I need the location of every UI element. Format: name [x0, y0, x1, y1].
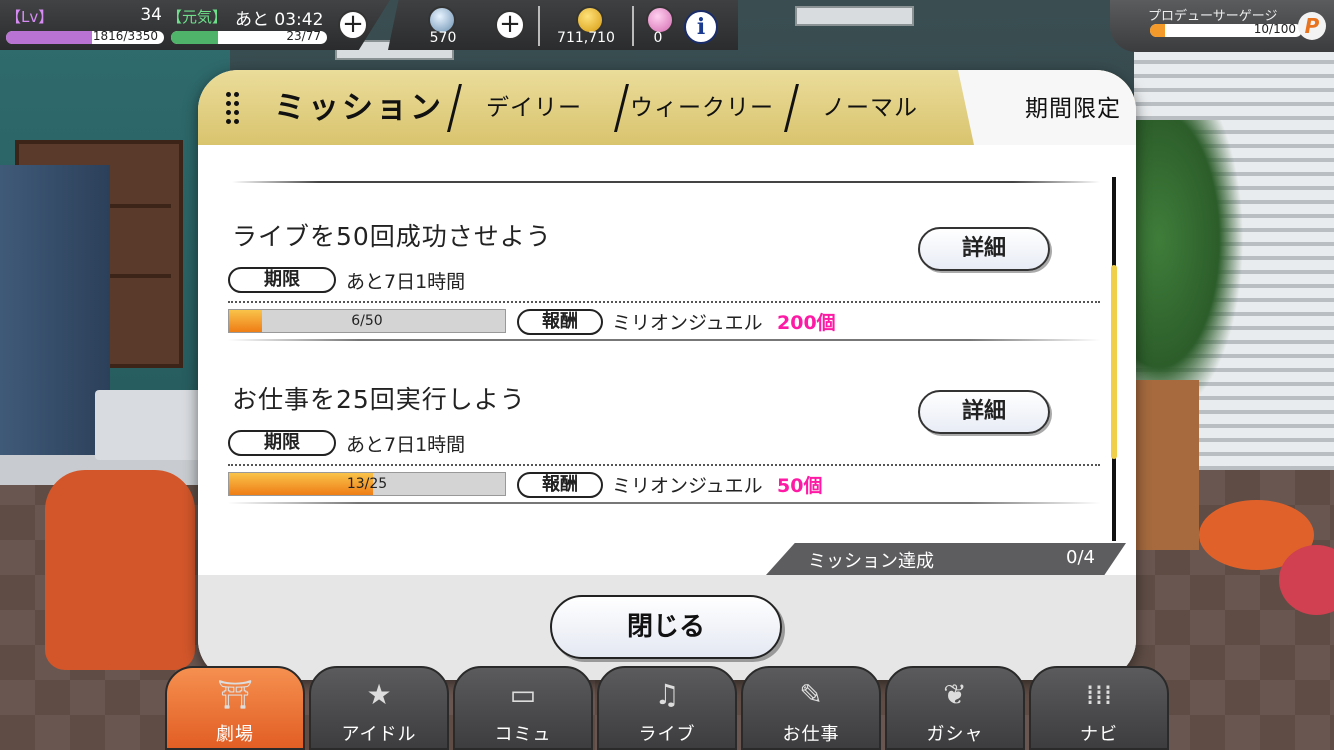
reward-badge: 報酬: [517, 472, 603, 498]
divider: [538, 6, 540, 46]
butterfly-icon: ❦: [943, 678, 967, 711]
tab-normal[interactable]: ノーマル: [822, 86, 918, 136]
stamina-label: 【元気】: [167, 8, 228, 26]
reward-item: ミリオンジュエル: [612, 312, 763, 334]
achievement-label: ミッション達成: [808, 551, 934, 572]
nav-label: お仕事: [782, 724, 840, 745]
divider: [632, 6, 634, 46]
stamina-bar: 23/77: [171, 31, 327, 44]
commu-icon: ▭: [509, 678, 537, 711]
mission-progress-bar: 13/25: [228, 472, 506, 496]
reward-amount: 200個: [777, 312, 836, 334]
mission-tab-bar: ミッション デイリー ウィークリー ノーマル 期間限定: [198, 70, 1136, 145]
music-note-icon: ♫: [654, 678, 680, 711]
nav-label: コミュ: [494, 724, 552, 745]
tab-divider: [447, 84, 462, 132]
progress-text: 13/25: [346, 476, 388, 492]
nav-label: 劇場: [216, 724, 254, 745]
close-button[interactable]: 閉じる: [550, 595, 782, 659]
tab-daily[interactable]: デイリー: [486, 86, 582, 136]
mission-item: お仕事を25回実行しよう 詳細 期限 あと7日1時間 13/25 報酬 ミリオン…: [228, 380, 1100, 540]
nav-commu[interactable]: ▭ コミュ: [453, 666, 593, 750]
mission-dialog: ミッション デイリー ウィークリー ノーマル 期間限定 ライブを50回成功させよ…: [198, 70, 1136, 680]
tab-limited-label: 期間限定: [1025, 96, 1121, 122]
nav-label: アイドル: [341, 724, 417, 745]
exp-bar: 1816/3350: [6, 31, 164, 44]
producer-gauge-bar: 10/100: [1150, 24, 1302, 37]
progress-text: 6/50: [351, 313, 383, 329]
nav-live[interactable]: ♫ ライブ: [597, 666, 737, 750]
level-label: 【Lv】: [6, 8, 54, 26]
divider: [232, 181, 1100, 183]
info-button[interactable]: i: [684, 10, 718, 44]
nav-work[interactable]: ✎ お仕事: [741, 666, 881, 750]
stamina-plus-button[interactable]: +: [338, 10, 368, 40]
nav-gacha[interactable]: ❦ ガシャ: [885, 666, 1025, 750]
ticket-count: 0: [653, 30, 663, 46]
drag-handle-icon: [226, 92, 242, 128]
bottom-nav: ⛩ 劇場 ★ アイドル ▭ コミュ ♫ ライブ ✎ お仕事 ❦ ガシャ ⁞⁞⁞ …: [165, 666, 1170, 750]
reward-badge: 報酬: [517, 309, 603, 335]
deadline-badge: 期限: [228, 267, 336, 293]
jewel-plus-button[interactable]: +: [495, 10, 525, 40]
work-icon: ✎: [799, 678, 823, 711]
detail-button[interactable]: 詳細: [918, 227, 1050, 271]
reward-amount: 50個: [777, 475, 823, 497]
deadline-badge: 期限: [228, 430, 336, 456]
locker: [0, 165, 110, 465]
nav-theater[interactable]: ⛩ 劇場: [165, 666, 305, 750]
nav-label: ナビ: [1080, 724, 1118, 745]
coin-count: 711,710: [557, 30, 615, 46]
level-value: 34: [140, 5, 162, 25]
divider: [228, 502, 1100, 504]
stamina-text: 23/77: [286, 31, 321, 43]
plant-pot: [1129, 380, 1199, 550]
producer-gauge-panel: プロデューサーゲージ 10/100 P: [1110, 0, 1334, 52]
mission-achievement-banner: ミッション達成 0/4: [766, 543, 1126, 575]
producer-gauge-label: プロデューサーゲージ: [1148, 9, 1278, 24]
laptop: [95, 390, 205, 460]
dialog-title: ミッション: [274, 90, 444, 126]
mission-progress-bar: 6/50: [228, 309, 506, 333]
producer-gauge-text: 10/100: [1253, 24, 1296, 36]
nav-idol[interactable]: ★ アイドル: [309, 666, 449, 750]
nav-label: ガシャ: [926, 724, 984, 745]
dotted-divider: [228, 464, 1100, 466]
grid-dots-icon: ⁞⁞⁞: [1085, 678, 1113, 711]
mission-list[interactable]: ライブを50回成功させよう 詳細 期限 あと7日1時間 6/50 報酬 ミリオン…: [198, 145, 1136, 575]
mission-title: お仕事を25回実行しよう: [232, 385, 526, 414]
stamina-timer: あと 03:42: [235, 10, 324, 30]
tab-weekly[interactable]: ウィークリー: [630, 86, 774, 136]
tab-limited[interactable]: 期間限定: [958, 70, 1136, 145]
chair: [45, 470, 195, 670]
tab-divider: [784, 84, 799, 132]
deadline-text: あと7日1時間: [346, 271, 466, 293]
nav-label: ライブ: [638, 724, 696, 745]
mission-title: ライブを50回成功させよう: [232, 222, 552, 251]
divider: [228, 339, 1100, 341]
nav-navi[interactable]: ⁞⁞⁞ ナビ: [1029, 666, 1169, 750]
detail-button[interactable]: 詳細: [918, 390, 1050, 434]
ceiling-light: [795, 6, 914, 26]
dialog-footer: 閉じる: [198, 575, 1136, 680]
producer-p-icon[interactable]: P: [1298, 12, 1326, 40]
theater-icon: ⛩: [217, 678, 253, 711]
achievement-count: 0/4: [1066, 547, 1095, 568]
deadline-text: あと7日1時間: [346, 434, 466, 456]
exp-text: 1816/3350: [92, 31, 158, 43]
tab-divider: [614, 84, 629, 132]
dotted-divider: [228, 301, 1100, 303]
player-status-panel: 【Lv】 34 【元気】 あと 03:42 1816/3350 23/77: [0, 0, 390, 50]
scrollbar-thumb[interactable]: [1111, 265, 1117, 459]
mission-item: ライブを50回成功させよう 詳細 期限 あと7日1時間 6/50 報酬 ミリオン…: [228, 217, 1100, 377]
reward-item: ミリオンジュエル: [612, 475, 763, 497]
idol-icon: ★: [366, 678, 392, 711]
jewel-count: 570: [429, 30, 457, 46]
